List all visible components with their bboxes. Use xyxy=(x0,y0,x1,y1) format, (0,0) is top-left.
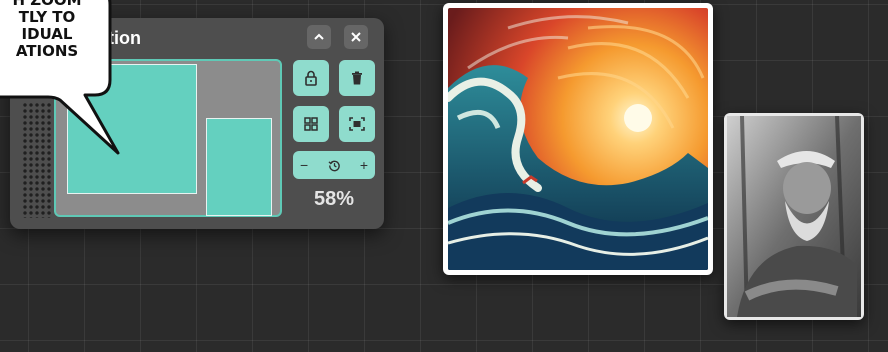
fit-to-screen-icon xyxy=(349,117,365,131)
speech-bubble: H ZOOM TLY TO IDUAL ATIONS xyxy=(0,0,140,160)
speech-line: TLY TO xyxy=(18,8,76,26)
layout-rect-small[interactable] xyxy=(206,118,272,216)
wave-artwork-image[interactable] xyxy=(443,3,713,275)
portrait-picture xyxy=(727,115,861,318)
delete-button[interactable] xyxy=(339,60,375,96)
grid-icon xyxy=(304,117,318,131)
close-icon xyxy=(351,32,361,42)
chevron-up-icon xyxy=(314,33,324,40)
collapse-button[interactable] xyxy=(307,25,331,49)
zoom-in-button[interactable]: + xyxy=(360,157,368,173)
wave-artwork-picture xyxy=(448,8,708,270)
close-button[interactable] xyxy=(344,25,368,49)
grid-button[interactable] xyxy=(293,106,329,142)
speech-line: ATIONS xyxy=(15,42,79,60)
zoom-level: 58% xyxy=(313,188,355,210)
history-icon[interactable] xyxy=(328,159,341,172)
speech-bubble-text: H ZOOM TLY TO IDUAL ATIONS xyxy=(0,0,100,60)
portrait-photo[interactable] xyxy=(724,113,864,320)
lock-button[interactable] xyxy=(293,60,329,96)
fit-to-screen-button[interactable] xyxy=(339,106,375,142)
trash-icon xyxy=(352,71,362,85)
zoom-out-button[interactable]: − xyxy=(300,157,308,173)
lock-icon xyxy=(305,70,317,86)
zoom-controls: − + xyxy=(293,151,375,179)
speech-line: IDUAL xyxy=(21,25,73,43)
